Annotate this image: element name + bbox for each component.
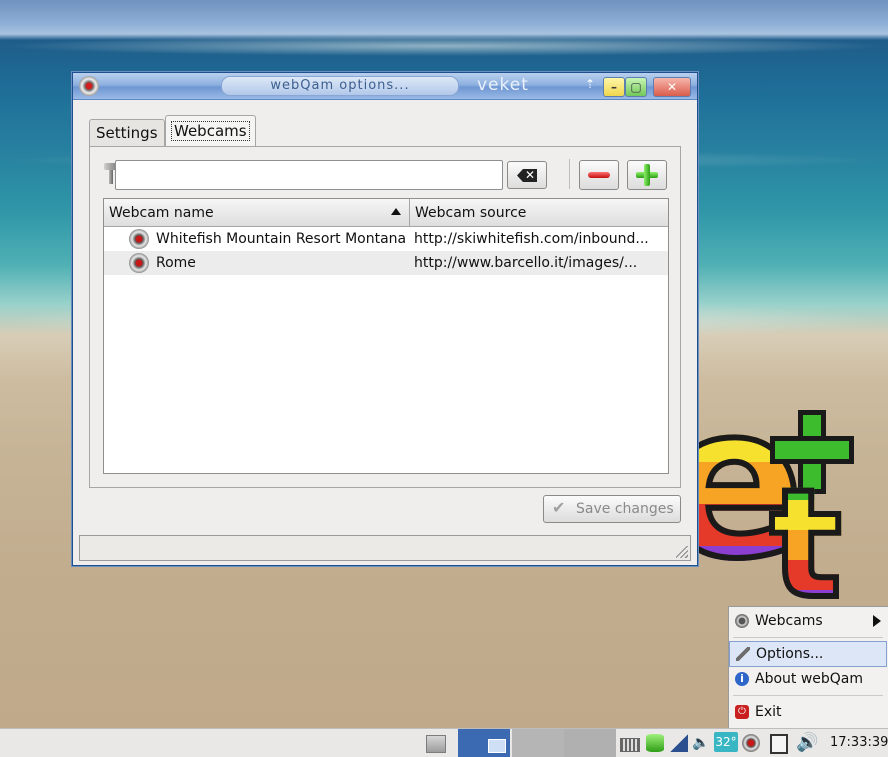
menu-item-exit[interactable]: ⏻ Exit xyxy=(729,700,887,724)
window-thumbnail-icon xyxy=(488,739,506,753)
toolbar-separator xyxy=(569,159,570,189)
resize-grip-icon[interactable] xyxy=(676,546,688,558)
temperature-badge[interactable]: 32° xyxy=(714,732,738,752)
menu-item-about[interactable]: i About webQam xyxy=(729,667,887,691)
ocean-wave xyxy=(0,36,888,56)
table-row[interactable]: Rome http://www.barcello.it/images/... xyxy=(104,251,668,275)
tab-label: Webcams xyxy=(171,121,250,141)
workspace-3[interactable] xyxy=(564,729,616,757)
add-webcam-button[interactable] xyxy=(627,160,667,190)
tools-icon xyxy=(736,647,750,661)
clear-search-button[interactable]: ✕ xyxy=(507,161,547,189)
tab-settings[interactable]: Settings xyxy=(89,119,165,146)
keyboard-icon[interactable] xyxy=(620,738,640,752)
column-header-webcam-name[interactable]: Webcam name xyxy=(104,199,410,226)
webcam-icon xyxy=(735,614,749,628)
taskbar: 🔈 32° 🔊 17:33:39 xyxy=(0,728,888,757)
webcam-name: Whitefish Mountain Resort Montana xyxy=(156,231,407,247)
remove-webcam-button[interactable] xyxy=(579,160,619,190)
minimize-icon: – xyxy=(611,80,617,94)
plus-icon xyxy=(644,164,650,186)
menu-item-webcams[interactable]: Webcams xyxy=(729,609,887,633)
webcam-list[interactable]: Webcam name Webcam source Whitefish Moun… xyxy=(103,198,669,474)
menu-item-label: Exit xyxy=(755,704,782,720)
minimize-button[interactable]: – xyxy=(603,77,625,97)
show-desktop-button[interactable] xyxy=(424,729,448,757)
menu-separator xyxy=(733,637,883,638)
checkmark-icon: ✔ xyxy=(552,498,566,517)
submenu-arrow-icon xyxy=(873,615,881,627)
menu-item-options[interactable]: Options... xyxy=(729,641,887,667)
column-header-webcam-source[interactable]: Webcam source xyxy=(410,199,667,226)
window-host-label: veket xyxy=(477,75,529,95)
webcam-tray-icon[interactable] xyxy=(742,734,760,752)
close-icon: ✕ xyxy=(666,80,678,94)
webcam-app-icon[interactable] xyxy=(79,76,99,96)
clock[interactable]: 17:33:39 xyxy=(830,729,888,757)
workspace-2[interactable] xyxy=(512,729,564,757)
window-title: webQam options... xyxy=(221,76,459,96)
sort-ascending-icon xyxy=(391,208,401,215)
workspace-1[interactable] xyxy=(458,729,510,757)
menu-item-label: Webcams xyxy=(755,613,823,629)
save-changes-label: Save changes xyxy=(576,501,674,517)
menu-separator xyxy=(733,695,883,696)
list-header: Webcam name Webcam source xyxy=(104,199,668,227)
close-button[interactable]: ✕ xyxy=(653,77,691,97)
window-titlebar[interactable]: webQam options... veket ⇡ – ▢ ✕ xyxy=(73,73,697,100)
network-signal-icon[interactable] xyxy=(670,734,688,752)
veket-logo-letter: t xyxy=(767,458,845,632)
webcam-icon xyxy=(129,253,149,273)
maximize-button[interactable]: ▢ xyxy=(625,77,647,97)
webcam-source: http://skiwhitefish.com/inbound... xyxy=(414,231,649,247)
clear-x-icon: ✕ xyxy=(524,168,536,182)
info-icon: i xyxy=(735,672,749,686)
minus-icon xyxy=(588,172,610,178)
options-window: webQam options... veket ⇡ – ▢ ✕ Settings… xyxy=(72,72,698,566)
tray-context-menu: Webcams Options... i About webQam ⏻ Exit xyxy=(728,606,888,730)
status-bar xyxy=(79,535,691,561)
speaker-icon[interactable]: 🔈 xyxy=(692,734,710,752)
webcam-name: Rome xyxy=(156,255,196,271)
volume-icon[interactable]: 🔊 xyxy=(796,734,818,752)
webcam-source: http://www.barcello.it/images/... xyxy=(414,255,638,271)
tab-webcams[interactable]: Webcams xyxy=(165,115,256,146)
menu-item-label: About webQam xyxy=(755,671,864,687)
table-row[interactable]: Whitefish Mountain Resort Montana http:/… xyxy=(104,227,668,251)
clipboard-icon[interactable] xyxy=(770,734,788,754)
pin-icon[interactable]: ⇡ xyxy=(585,77,595,91)
menu-item-label: Options... xyxy=(756,646,824,662)
save-changes-button[interactable]: ✔ Save changes xyxy=(543,495,681,523)
show-desktop-icon xyxy=(426,735,446,753)
tab-label: Settings xyxy=(96,124,158,142)
webcam-icon xyxy=(129,229,149,249)
search-input[interactable] xyxy=(115,160,503,190)
drive-icon[interactable] xyxy=(646,734,664,752)
exit-icon: ⏻ xyxy=(735,705,749,719)
maximize-icon: ▢ xyxy=(630,80,642,94)
